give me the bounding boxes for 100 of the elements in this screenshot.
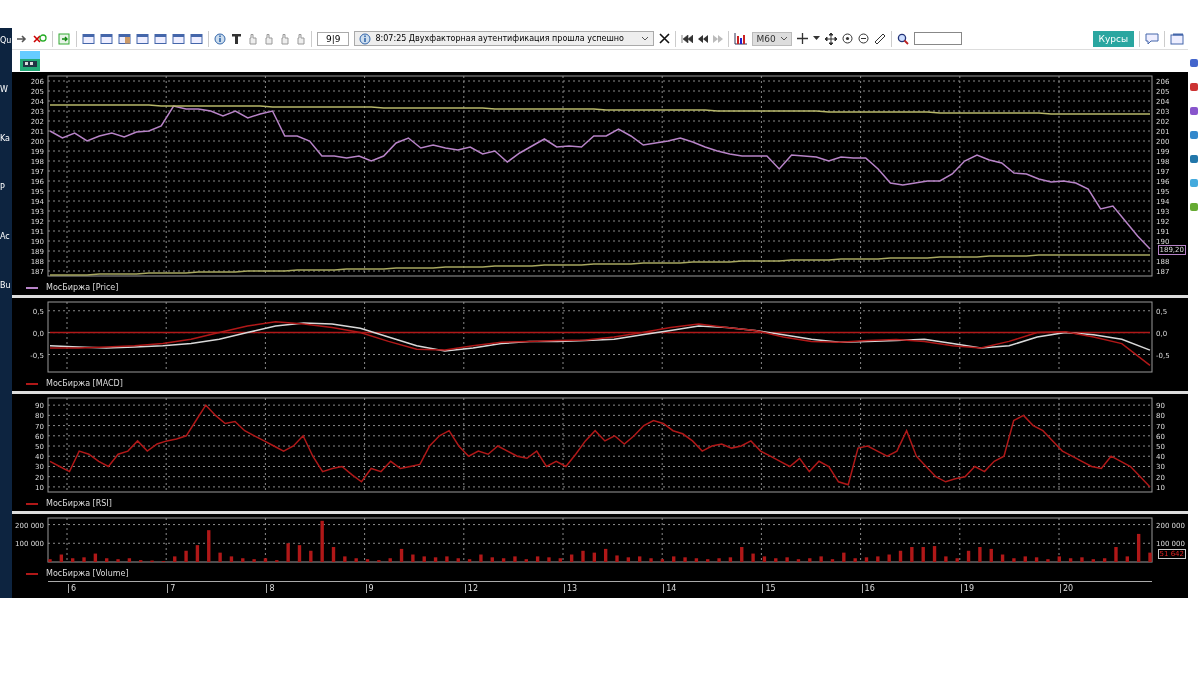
window-icon[interactable]: [100, 32, 113, 45]
window-icon[interactable]: [172, 32, 185, 45]
zoom-out-icon[interactable]: [857, 33, 869, 44]
volume-bar: [910, 547, 914, 562]
plus-icon[interactable]: [796, 33, 808, 44]
volume-bar: [966, 550, 971, 562]
date-label: 7: [167, 584, 176, 593]
volume-bar: [830, 559, 835, 562]
desktop-icon-label: Bu: [0, 281, 12, 290]
date-label: 9: [365, 584, 374, 593]
volume-bar: [649, 558, 653, 562]
volume-bar: [467, 559, 472, 562]
legend-label: МосБиржа [RSI]: [46, 499, 112, 508]
volume-bar: [1034, 557, 1039, 562]
first-icon[interactable]: [681, 34, 694, 43]
app-icon[interactable]: [1189, 82, 1199, 92]
legend-line-icon: [26, 572, 38, 575]
legend-line-icon: [26, 382, 38, 385]
rewind-icon[interactable]: [698, 34, 709, 43]
volume-bar: [535, 556, 540, 562]
caret-icon[interactable]: [812, 36, 820, 41]
timeframe-dropdown[interactable]: M60: [752, 31, 792, 46]
zoom-in-icon[interactable]: [841, 33, 853, 44]
window-icon[interactable]: [118, 32, 131, 45]
bar-chart-icon[interactable]: [734, 32, 748, 45]
volume-bar: [796, 559, 801, 562]
volume-bar: [751, 553, 755, 562]
volume-bar: [808, 558, 812, 562]
volume-bar: [218, 552, 222, 562]
legend-label: МосБиржа [Volume]: [46, 569, 129, 578]
volume-bar: [184, 550, 188, 562]
table-icon[interactable]: [136, 32, 149, 45]
volume-bar: [581, 550, 585, 562]
volume-bar: [604, 548, 608, 562]
volume-bar: [127, 558, 132, 562]
volume-bar: [241, 558, 245, 562]
app-icon[interactable]: [1189, 178, 1199, 188]
volume-bar: [116, 559, 120, 562]
volume-bar: [672, 556, 676, 562]
volume-bar: [717, 558, 721, 562]
text-tool-icon[interactable]: [231, 32, 242, 45]
volume-bar: [388, 558, 392, 562]
volume-bar: [524, 559, 528, 562]
date-label: 15: [762, 584, 776, 593]
caret-icon: [779, 36, 788, 41]
legend-label: МосБиржа [Price]: [46, 283, 119, 292]
date-label: 6: [68, 584, 77, 593]
desktop-icon-label: Qu: [0, 36, 12, 45]
chart-thumbnail-icon[interactable]: [20, 51, 40, 71]
volume-bar: [331, 547, 336, 562]
volume-bar: [626, 557, 631, 562]
ruler-icon[interactable]: [873, 32, 886, 45]
window-icon[interactable]: [82, 32, 95, 45]
volume-bar: [1000, 554, 1005, 562]
arrow-icon[interactable]: [16, 32, 28, 45]
search-icon[interactable]: [896, 32, 909, 45]
info-icon[interactable]: [214, 32, 226, 45]
date-label: 14: [663, 584, 677, 593]
chat-icon[interactable]: [1145, 32, 1159, 45]
volume-bar: [286, 543, 290, 562]
volume-bar: [82, 557, 86, 562]
app-icon[interactable]: [1189, 130, 1199, 140]
document-icon[interactable]: [58, 32, 71, 45]
volume-bar: [229, 556, 234, 562]
volume-bar: [343, 556, 347, 562]
counter-field[interactable]: 9|9: [317, 31, 350, 46]
volume-bar: [706, 559, 710, 562]
volume-bar: [252, 559, 256, 562]
volume-bar: [876, 556, 880, 562]
message-dropdown[interactable]: 8:07:25 Двухфакторная аутентификация прошла успешно: [354, 31, 655, 46]
date-label: 8: [266, 584, 275, 593]
window-icon[interactable]: [1170, 32, 1184, 45]
volume-bar: [1136, 533, 1141, 562]
zoom-window-icon[interactable]: [154, 32, 167, 45]
search-field[interactable]: [913, 32, 962, 45]
desktop-icon-label: Ac: [0, 232, 11, 241]
volume-bar: [422, 556, 426, 562]
volume-bar: [59, 554, 64, 562]
legend-line-icon: [26, 286, 38, 289]
volume-bar: [173, 556, 177, 562]
disconnect-icon[interactable]: [33, 32, 47, 45]
app-icon[interactable]: [1189, 106, 1199, 116]
app-icon[interactable]: [1189, 202, 1199, 212]
volume-bar: [1125, 556, 1129, 562]
volume-bar: [921, 547, 925, 562]
volume-bar: [195, 545, 200, 562]
app-icon[interactable]: [1189, 58, 1199, 68]
volume-bar: [93, 553, 98, 562]
volume-bar: [864, 557, 869, 562]
app-icon[interactable]: [1189, 154, 1199, 164]
volume-bar: [490, 557, 494, 562]
move-icon[interactable]: [824, 32, 837, 45]
date-label: 13: [564, 584, 578, 593]
volume-bar: [592, 552, 596, 562]
volume-bar: [1023, 556, 1027, 562]
volume-bar: [558, 558, 562, 562]
window-icon[interactable]: [190, 32, 203, 45]
close-icon[interactable]: [659, 33, 671, 44]
volume-bar: [320, 520, 324, 562]
volume-bar: [365, 559, 370, 562]
